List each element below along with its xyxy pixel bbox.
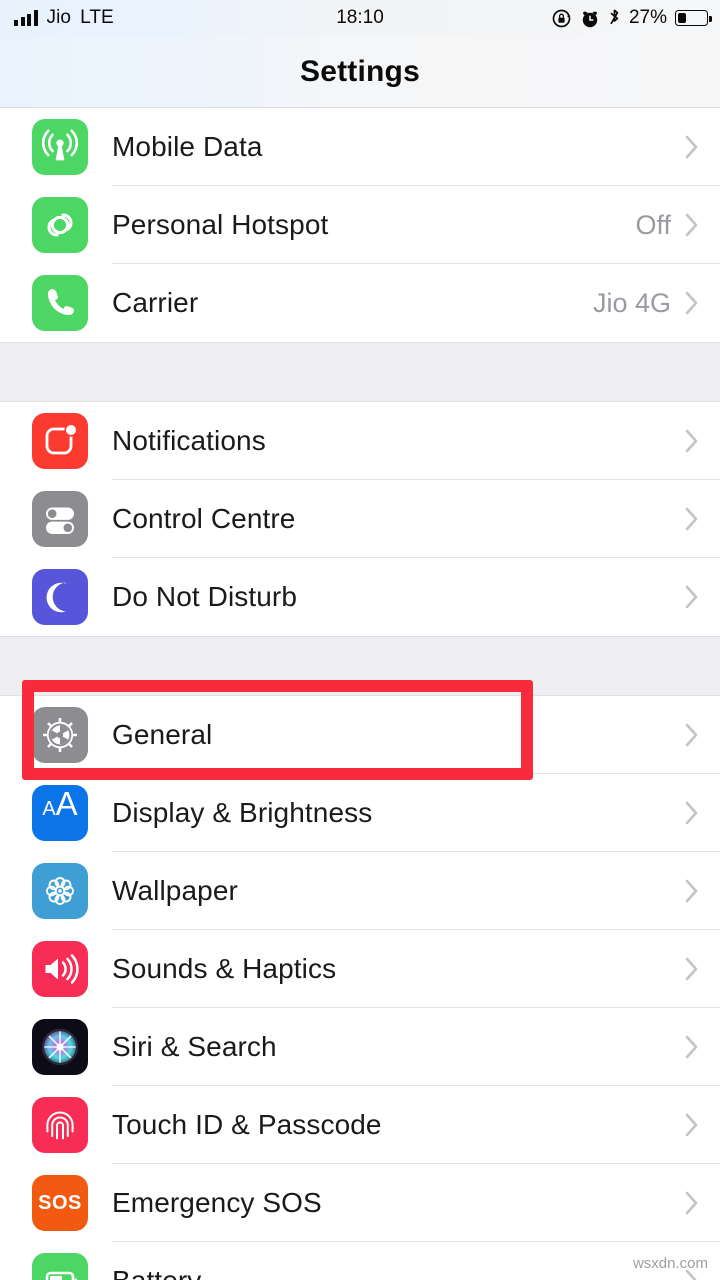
group-separator	[0, 342, 720, 402]
navigation-bar: Settings	[0, 36, 720, 108]
settings-row-label: Carrier	[112, 287, 199, 318]
speaker-volume-icon	[32, 941, 88, 997]
settings-row-label: General	[112, 719, 213, 750]
status-bar-right: 27%	[551, 0, 712, 36]
settings-row-accessory	[671, 879, 698, 903]
chevron-right-icon	[685, 879, 698, 903]
chevron-right-icon	[685, 1035, 698, 1059]
battery-icon	[675, 10, 712, 26]
gear-icon	[32, 707, 88, 763]
chevron-right-icon	[685, 723, 698, 747]
settings-row-do-not-disturb[interactable]: Do Not Disturb	[0, 558, 720, 636]
settings-row-touch-id-passcode[interactable]: Touch ID & Passcode	[0, 1086, 720, 1164]
settings-row-carrier[interactable]: Carrier Jio 4G	[0, 264, 720, 342]
settings-row-battery[interactable]: Battery	[0, 1242, 720, 1280]
status-bar: Jio LTE 18:10 27%	[0, 0, 720, 36]
text-size-aa-icon: AA	[32, 785, 88, 841]
settings-row-display-brightness[interactable]: AA Display & Brightness	[0, 774, 720, 852]
chevron-right-icon	[685, 585, 698, 609]
settings-row-value: Jio 4G	[592, 287, 671, 318]
notification-badge-icon	[32, 413, 88, 469]
settings-row-accessory	[671, 507, 698, 531]
chevron-right-icon	[685, 429, 698, 453]
settings-row-mobile-data[interactable]: Mobile Data	[0, 108, 720, 186]
settings-row-accessory: Jio 4G	[593, 288, 698, 319]
fingerprint-icon	[32, 1097, 88, 1153]
settings-row-label: Touch ID & Passcode	[112, 1109, 382, 1140]
chevron-right-icon	[685, 1191, 698, 1215]
settings-row-label: Control Centre	[112, 503, 296, 534]
chevron-right-icon	[685, 1113, 698, 1137]
settings-row-siri-search[interactable]: Siri & Search	[0, 1008, 720, 1086]
aa-glyph: AA	[42, 785, 78, 822]
chevron-right-icon	[685, 957, 698, 981]
settings-row-accessory	[671, 723, 698, 747]
hotspot-link-icon	[32, 197, 88, 253]
settings-row-label: Siri & Search	[112, 1031, 277, 1062]
settings-row-accessory	[671, 429, 698, 453]
alarm-clock-icon	[580, 8, 600, 29]
settings-row-label: Notifications	[112, 425, 266, 456]
sos-glyph: SOS	[38, 1191, 82, 1214]
rotation-lock-icon	[551, 8, 572, 29]
chevron-right-icon	[685, 801, 698, 825]
settings-row-wallpaper[interactable]: Wallpaper	[0, 852, 720, 930]
battery-fill	[677, 12, 686, 24]
battery-percent-label: 27%	[628, 7, 667, 28]
group-separator	[0, 636, 720, 696]
settings-row-sounds-haptics[interactable]: Sounds & Haptics	[0, 930, 720, 1008]
page-title: Settings	[300, 54, 420, 88]
chevron-right-icon	[685, 291, 698, 315]
settings-row-general[interactable]: General	[0, 696, 720, 774]
settings-row-label: Emergency SOS	[112, 1187, 322, 1218]
settings-row-label: Sounds & Haptics	[112, 953, 337, 984]
settings-row-accessory	[671, 1113, 698, 1137]
settings-row-accessory	[671, 801, 698, 825]
settings-row-accessory	[671, 957, 698, 981]
phone-handset-icon	[32, 275, 88, 331]
settings-row-label: Do Not Disturb	[112, 581, 298, 612]
settings-row-control-centre[interactable]: Control Centre	[0, 480, 720, 558]
settings-row-notifications[interactable]: Notifications	[0, 402, 720, 480]
settings-row-accessory: Off	[635, 210, 698, 241]
siri-orb-icon	[32, 1019, 88, 1075]
settings-row-label: Wallpaper	[112, 875, 238, 906]
settings-row-accessory	[671, 1035, 698, 1059]
settings-row-value: Off	[635, 209, 671, 240]
chevron-right-icon	[685, 135, 698, 159]
chevron-right-icon	[685, 507, 698, 531]
iphone-settings-screen: Jio LTE 18:10 27% Settings Mobile Data P…	[0, 0, 720, 1280]
settings-row-label: Personal Hotspot	[112, 209, 329, 240]
settings-row-label: Display & Brightness	[112, 797, 373, 828]
settings-group-alerts: Notifications Control Centre Do Not Dist…	[0, 402, 720, 636]
chevron-right-icon	[685, 213, 698, 237]
flower-mandala-icon	[32, 863, 88, 919]
settings-row-accessory	[671, 1191, 698, 1215]
settings-row-label: Battery	[112, 1265, 201, 1280]
settings-group-system: General AA Display & Brightness Wallpape…	[0, 696, 720, 1280]
sos-icon: SOS	[32, 1175, 88, 1231]
cellular-antenna-icon	[32, 119, 88, 175]
settings-row-personal-hotspot[interactable]: Personal Hotspot Off	[0, 186, 720, 264]
settings-group-connectivity: Mobile Data Personal Hotspot Off Carrier…	[0, 108, 720, 342]
settings-row-accessory	[671, 585, 698, 609]
settings-row-emergency-sos[interactable]: SOS Emergency SOS	[0, 1164, 720, 1242]
watermark: wsxdn.com	[632, 1255, 708, 1272]
toggle-switches-icon	[32, 491, 88, 547]
crescent-moon-icon	[32, 569, 88, 625]
battery-icon	[32, 1253, 88, 1280]
settings-row-accessory	[671, 135, 698, 159]
settings-row-label: Mobile Data	[112, 131, 263, 162]
bluetooth-icon	[608, 8, 621, 29]
